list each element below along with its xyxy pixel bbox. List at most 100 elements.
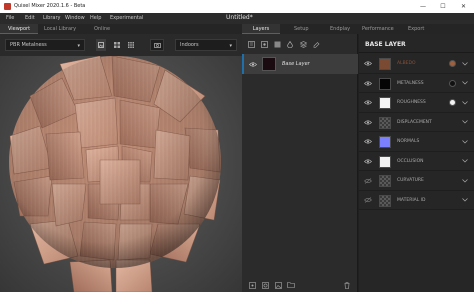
grid-3x3-icon[interactable] xyxy=(126,39,136,51)
tab-performance[interactable]: Performance xyxy=(362,24,394,34)
properties-divider xyxy=(359,52,474,53)
properties-panel: BASE LAYER ALBEDO METALNESS ROUGHNESS DISPL… xyxy=(359,34,474,292)
add-mask-icon[interactable] xyxy=(260,280,270,290)
mask-stack-icon[interactable] xyxy=(298,39,308,49)
app-logo-icon xyxy=(4,3,11,10)
channel-label: MATERIAL ID xyxy=(397,197,426,203)
viewport-toolbar: PBR Metalness ▾ Indoors ▾ xyxy=(0,34,242,56)
tab-online[interactable]: Online xyxy=(94,24,110,34)
window-title: Quixel Mixer 2020.1.6 - Beta xyxy=(14,3,86,9)
tab-endplay[interactable]: Endplay xyxy=(330,24,350,34)
grid-2x2-icon[interactable] xyxy=(112,39,122,51)
menu-experimental[interactable]: Experimental xyxy=(110,15,143,21)
eye-icon[interactable] xyxy=(363,79,373,88)
tab-viewport[interactable]: Viewport xyxy=(0,24,38,34)
channel-row-albedo[interactable]: ALBEDO xyxy=(359,54,474,74)
channel-row-material-id[interactable]: MATERIAL ID xyxy=(359,191,474,210)
channel-swatch[interactable] xyxy=(379,77,391,90)
chevron-down-icon: ▾ xyxy=(77,43,80,49)
right-tab-bar: Layers Setup Endplay Performance Export xyxy=(242,24,474,34)
eye-icon[interactable] xyxy=(363,59,373,68)
channel-swatch[interactable] xyxy=(379,58,391,70)
fill-drop-icon[interactable] xyxy=(285,39,295,49)
document-title: Untitled* xyxy=(226,14,253,21)
add-surface-layer-icon[interactable] xyxy=(259,39,269,49)
channel-swatch[interactable] xyxy=(379,97,391,109)
chevron-down-icon[interactable] xyxy=(460,79,470,88)
channel-label: METALNESS xyxy=(397,80,424,86)
channel-row-displacement[interactable]: DISPLACEMENT xyxy=(359,113,474,132)
viewport-canvas[interactable] xyxy=(0,56,242,292)
title-bar: Quixel Mixer 2020.1.6 - Beta — ☐ ✕ xyxy=(0,0,474,13)
sphere-preview xyxy=(9,56,221,292)
menu-window[interactable]: Window xyxy=(65,15,85,21)
shader-mode-select[interactable]: PBR Metalness ▾ xyxy=(5,39,85,51)
channel-color-dot[interactable] xyxy=(449,99,456,106)
channel-label: NORMALS xyxy=(397,139,420,144)
channel-row-roughness[interactable]: ROUGHNESS xyxy=(359,93,474,113)
eraser-icon[interactable] xyxy=(311,39,321,49)
chevron-down-icon: ▾ xyxy=(229,43,232,49)
channel-swatch[interactable] xyxy=(379,175,391,187)
channel-color-dot[interactable] xyxy=(449,60,456,67)
chevron-down-icon[interactable] xyxy=(460,98,470,107)
channel-row-normals[interactable]: NORMALS xyxy=(359,132,474,152)
folder-icon[interactable] xyxy=(286,280,296,290)
channel-row-occlusion[interactable]: OCCLUSION xyxy=(359,152,474,171)
add-solid-layer-icon[interactable] xyxy=(272,39,282,49)
menu-bar: File Edit Library Window Help Experiment… xyxy=(0,13,474,24)
chevron-down-icon[interactable] xyxy=(460,196,470,205)
chevron-down-icon[interactable] xyxy=(460,176,470,185)
close-button[interactable]: ✕ xyxy=(453,0,474,13)
chevron-down-icon[interactable] xyxy=(460,118,470,127)
channel-label: CURVATURE xyxy=(397,178,424,183)
tab-local-library[interactable]: Local Library xyxy=(44,24,76,34)
environment-select[interactable]: Indoors ▾ xyxy=(175,39,237,51)
channel-color-dot[interactable] xyxy=(449,79,456,87)
channel-label: ROUGHNESS xyxy=(397,100,426,105)
eye-icon[interactable] xyxy=(363,157,373,166)
maximize-button[interactable]: ☐ xyxy=(433,0,453,13)
tab-export[interactable]: Export xyxy=(408,24,424,34)
channel-row-metalness[interactable]: METALNESS xyxy=(359,74,474,93)
add-image-icon[interactable] xyxy=(273,280,283,290)
layer-row[interactable]: Base Layer xyxy=(242,54,358,74)
chevron-down-icon[interactable] xyxy=(460,137,470,146)
eye-off-icon[interactable] xyxy=(363,196,373,205)
menu-library[interactable]: Library xyxy=(43,15,60,21)
eye-icon[interactable] xyxy=(248,59,258,69)
menu-help[interactable]: Help xyxy=(90,15,101,21)
chevron-down-icon[interactable] xyxy=(460,59,470,68)
tab-layers[interactable]: Layers xyxy=(242,24,280,34)
minimize-button[interactable]: — xyxy=(413,0,433,13)
image-view-icon[interactable] xyxy=(96,39,106,51)
channel-swatch[interactable] xyxy=(379,136,391,148)
channel-list: ALBEDO METALNESS ROUGHNESS DISPLACEMENT NORM… xyxy=(359,54,474,224)
channel-label: OCCLUSION xyxy=(397,158,424,164)
eye-icon[interactable] xyxy=(363,137,373,146)
eye-off-icon[interactable] xyxy=(363,176,373,185)
layers-toolbar xyxy=(242,34,358,54)
channel-swatch[interactable] xyxy=(379,116,391,129)
tab-setup[interactable]: Setup xyxy=(294,24,309,34)
channel-label: ALBEDO xyxy=(397,61,416,66)
channel-swatch[interactable] xyxy=(379,155,391,168)
layer-name: Base Layer xyxy=(282,61,310,67)
add-layer-icon[interactable] xyxy=(247,280,257,290)
layers-bottom-toolbar xyxy=(242,278,358,292)
trash-icon[interactable] xyxy=(342,280,352,290)
channel-label: DISPLACEMENT xyxy=(397,119,432,125)
layers-panel: Base Layer xyxy=(242,34,358,292)
eye-icon[interactable] xyxy=(363,118,373,127)
menu-file[interactable]: File xyxy=(6,15,14,21)
environment-value: Indoors xyxy=(180,42,199,48)
menu-edit[interactable]: Edit xyxy=(25,15,35,21)
channel-swatch[interactable] xyxy=(379,194,391,207)
eye-icon[interactable] xyxy=(363,98,373,107)
add-paint-layer-icon[interactable] xyxy=(246,39,256,49)
left-tab-bar: Viewport Local Library Online xyxy=(0,24,242,34)
channel-row-curvature[interactable]: CURVATURE xyxy=(359,171,474,191)
chevron-down-icon[interactable] xyxy=(460,157,470,166)
camera-icon[interactable] xyxy=(150,39,164,51)
layer-thumbnail xyxy=(262,57,276,71)
